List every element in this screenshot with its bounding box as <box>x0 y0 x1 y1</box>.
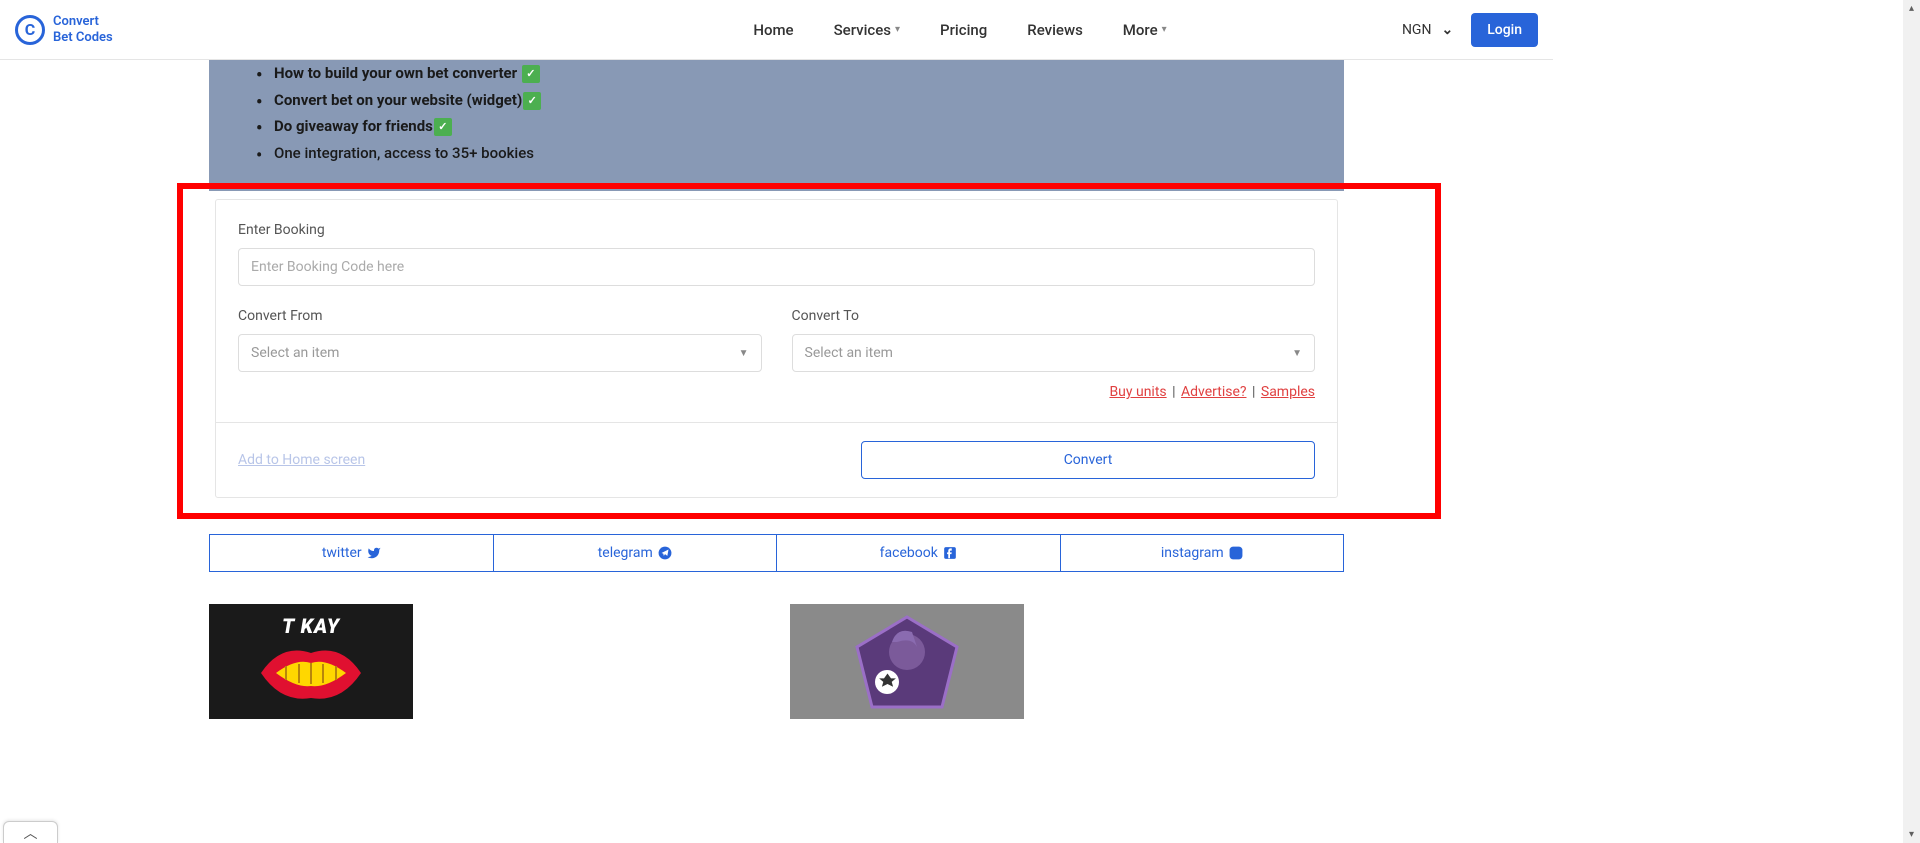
convert-row: Convert From Select an item ▼ Convert To… <box>238 308 1315 372</box>
advertise-link[interactable]: Advertise? <box>1181 384 1246 400</box>
chevron-down-icon: ⌄ <box>1441 22 1453 38</box>
lips-icon <box>251 638 371 708</box>
instagram-button[interactable]: instagram <box>1061 534 1345 572</box>
promo-list: How to build your own bet converter ✓ Co… <box>249 60 1304 166</box>
promo-tile-warrior[interactable] <box>790 604 1024 719</box>
convert-to-select[interactable]: Select an item ▼ <box>792 334 1316 372</box>
convert-button[interactable]: Convert <box>861 441 1315 479</box>
chevron-down-icon: ▾ <box>895 24 900 35</box>
main-container: How to build your own bet converter ✓ Co… <box>209 60 1344 719</box>
facebook-icon <box>943 546 957 560</box>
login-button[interactable]: Login <box>1471 13 1538 47</box>
promo-item: One integration, access to 35+ bookies <box>274 140 1304 167</box>
promo-item: Convert bet on your website (widget)✓ <box>274 87 1304 114</box>
dropdown-arrow-icon: ▼ <box>739 348 749 359</box>
header: C Convert Bet Codes Home Services ▾ Pric… <box>0 0 1553 60</box>
expand-tab[interactable]: ︿ <box>3 821 58 843</box>
nav-reviews[interactable]: Reviews <box>1027 21 1083 39</box>
booking-label: Enter Booking <box>238 222 1315 238</box>
links-row: Buy units | Advertise? | Samples <box>238 384 1315 422</box>
add-home-link[interactable]: Add to Home screen <box>238 452 365 468</box>
samples-link[interactable]: Samples <box>1261 384 1315 400</box>
logo-text: Convert Bet Codes <box>53 14 113 45</box>
promo-item: How to build your own bet converter ✓ <box>274 60 1304 87</box>
convert-from-select[interactable]: Select an item ▼ <box>238 334 762 372</box>
main-nav: Home Services ▾ Pricing Reviews More ▾ <box>753 21 1166 39</box>
instagram-icon <box>1229 546 1243 560</box>
nav-services[interactable]: Services ▾ <box>834 21 900 39</box>
scroll-up-icon[interactable]: ▴ <box>1903 0 1920 17</box>
twitter-icon <box>367 546 381 560</box>
check-icon: ✓ <box>434 118 452 136</box>
convert-to-col: Convert To Select an item ▼ <box>792 308 1316 372</box>
highlight-box: Enter Booking Convert From Select an ite… <box>177 183 1441 519</box>
twitter-button[interactable]: twitter <box>209 534 494 572</box>
nav-more[interactable]: More ▾ <box>1123 21 1167 39</box>
currency-selector[interactable]: NGN ⌄ <box>1402 22 1453 38</box>
nav-home[interactable]: Home <box>753 21 793 39</box>
telegram-button[interactable]: telegram <box>494 534 778 572</box>
header-right: NGN ⌄ Login <box>1402 13 1538 47</box>
scrollbar[interactable]: ▴ ▾ <box>1903 0 1920 843</box>
buy-units-link[interactable]: Buy units <box>1109 384 1166 400</box>
convert-form: Enter Booking Convert From Select an ite… <box>215 199 1338 498</box>
social-row: twitter telegram facebook instagram <box>209 534 1344 572</box>
facebook-button[interactable]: facebook <box>777 534 1061 572</box>
chevron-up-icon: ︿ <box>24 823 38 843</box>
form-footer: Add to Home screen Convert <box>216 422 1337 497</box>
telegram-icon <box>658 546 672 560</box>
logo[interactable]: C Convert Bet Codes <box>15 14 113 45</box>
check-icon: ✓ <box>522 65 540 83</box>
scroll-down-icon[interactable]: ▾ <box>1903 826 1920 843</box>
promo-box: How to build your own bet converter ✓ Co… <box>209 60 1344 191</box>
nav-pricing[interactable]: Pricing <box>940 21 987 39</box>
dropdown-arrow-icon: ▼ <box>1292 348 1302 359</box>
convert-to-label: Convert To <box>792 308 1316 324</box>
booking-input[interactable] <box>238 248 1315 286</box>
promo-item: Do giveaway for friends✓ <box>274 113 1304 140</box>
warrior-icon <box>842 607 972 717</box>
tile-title: T KAY <box>282 614 340 638</box>
images-row: T KAY <box>209 604 1344 719</box>
promo-tile-tkay[interactable]: T KAY <box>209 604 413 719</box>
chevron-down-icon: ▾ <box>1162 24 1167 35</box>
check-icon: ✓ <box>523 92 541 110</box>
convert-from-col: Convert From Select an item ▼ <box>238 308 762 372</box>
logo-icon: C <box>15 15 45 45</box>
convert-from-label: Convert From <box>238 308 762 324</box>
